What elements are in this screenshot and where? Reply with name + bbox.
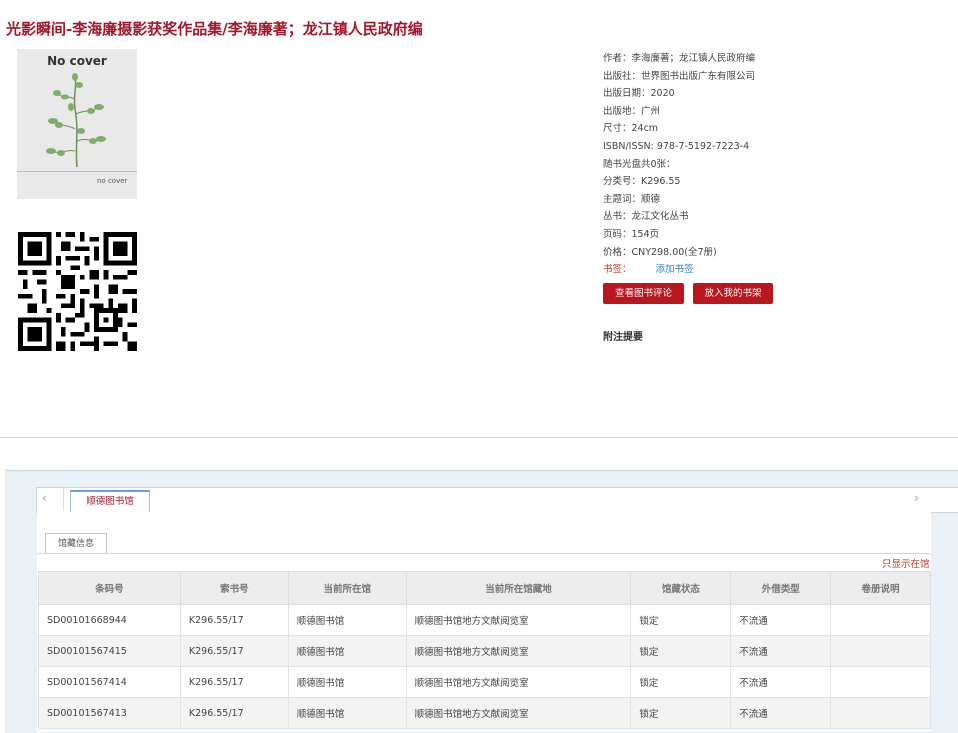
col-location: 当前所在馆藏地 — [405, 571, 632, 605]
cell-loan-type: 不流通 — [730, 666, 832, 698]
cell-library: 顺德图书馆 — [287, 666, 407, 698]
cell-barcode: SD00101567415 — [38, 635, 181, 667]
info-size: 尺寸：24cm — [603, 123, 659, 135]
info-tags: 书签： 添加书签 — [603, 261, 755, 279]
cell-library: 顺德图书馆 — [287, 604, 407, 636]
cell-loan-type: 不流通 — [730, 604, 832, 636]
section-divider — [0, 437, 958, 438]
view-reviews-button[interactable]: 查看图书评论 — [603, 283, 684, 304]
page-title: 光影瞬间-李海廉摄影获奖作品集/李海廉著；龙江镇人民政府编 — [6, 20, 423, 38]
col-volume-note: 卷册说明 — [830, 571, 931, 605]
table-header-row: 条码号 索书号 当前所在馆 当前所在馆藏地 馆藏状态 外借类型 卷册说明 — [38, 571, 931, 605]
tab-holdings-info[interactable]: 馆藏信息 — [45, 533, 107, 554]
cell-location: 顺德图书馆地方文献阅览室 — [405, 635, 632, 667]
cell-call-number: K296.55/17 — [179, 666, 289, 698]
info-price: 价格：CNY298.00(全7册) — [603, 246, 717, 258]
holdings-table: 条码号 索书号 当前所在馆 当前所在馆藏地 馆藏状态 外借类型 卷册说明 SD0… — [38, 571, 931, 729]
info-subject: 主题词：顺德 — [603, 193, 661, 205]
cell-status: 锁定 — [630, 604, 732, 636]
cell-location: 顺德图书馆地方文献阅览室 — [405, 697, 632, 729]
col-library: 当前所在馆 — [287, 571, 407, 605]
subtab-divider — [37, 553, 931, 554]
col-loan-type: 外借类型 — [730, 571, 832, 605]
cell-volume-note — [830, 604, 931, 636]
cell-status: 锁定 — [630, 635, 732, 667]
info-pub-place: 出版地：广州 — [603, 105, 661, 117]
cell-call-number: K296.55/17 — [179, 697, 289, 729]
only-show-available-link[interactable]: 只显示在馆 — [882, 556, 930, 570]
table-row: SD00101567413 K296.55/17 顺德图书馆 顺德图书馆地方文献… — [38, 697, 931, 729]
notes-heading: 附注提要 — [603, 332, 643, 343]
cell-location: 顺德图书馆地方文献阅览室 — [405, 666, 632, 698]
table-row: SD00101567415 K296.55/17 顺德图书馆 顺德图书馆地方文献… — [38, 635, 931, 667]
cell-library: 顺德图书馆 — [287, 635, 407, 667]
cell-library: 顺德图书馆 — [287, 697, 407, 729]
info-author: 作者：李海廉著；龙江镇人民政府编 — [603, 53, 756, 64]
info-publisher: 出版社：世界图书出版广东有限公司 — [603, 70, 756, 82]
cover-subtext: no cover — [97, 177, 128, 185]
qr-code-icon — [18, 232, 137, 351]
cover-text: No cover — [47, 54, 107, 68]
cell-loan-type: 不流通 — [730, 635, 832, 667]
chevron-right-icon[interactable]: › — [914, 491, 919, 505]
cell-barcode: SD00101668944 — [38, 604, 181, 636]
info-class-number: 分类号：K296.55 — [603, 176, 681, 188]
cell-barcode: SD00101567414 — [38, 666, 181, 698]
book-info: 作者：李海廉著；龙江镇人民政府编 出版社：世界图书出版广东有限公司 出版日期：2… — [603, 50, 755, 279]
col-barcode: 条码号 — [38, 571, 181, 605]
tab-library[interactable]: 顺德图书馆 — [70, 490, 150, 513]
info-series: 丛书：龙江文化丛书 — [603, 211, 689, 223]
chevron-left-icon[interactable]: ‹ — [42, 491, 47, 505]
add-to-shelf-button[interactable]: 放入我的书架 — [693, 283, 773, 304]
book-cover: No cover no cover — [17, 49, 137, 199]
cell-status: 锁定 — [630, 666, 732, 698]
info-pub-date: 出版日期：2020 — [603, 88, 675, 100]
cover-divider — [17, 171, 137, 172]
tab-divider — [63, 488, 64, 511]
plant-icon — [46, 73, 106, 168]
info-discs: 随书光盘共0张： — [603, 158, 676, 170]
cell-volume-note — [830, 635, 931, 667]
add-tag-link[interactable]: 添加书签 — [656, 264, 694, 275]
cell-loan-type: 不流通 — [730, 697, 832, 729]
cell-location: 顺德图书馆地方文献阅览室 — [405, 604, 632, 636]
col-call-number: 索书号 — [179, 571, 289, 605]
cell-volume-note — [830, 697, 931, 729]
table-row: SD00101567414 K296.55/17 顺德图书馆 顺德图书馆地方文献… — [38, 666, 931, 698]
cell-volume-note — [830, 666, 931, 698]
table-row: SD00101668944 K296.55/17 顺德图书馆 顺德图书馆地方文献… — [38, 604, 931, 636]
cell-barcode: SD00101567413 — [38, 697, 181, 729]
cell-status: 锁定 — [630, 697, 732, 729]
cell-call-number: K296.55/17 — [179, 604, 289, 636]
cell-call-number: K296.55/17 — [179, 635, 289, 667]
col-status: 馆藏状态 — [630, 571, 732, 605]
tags-label: 书签： — [603, 264, 632, 276]
library-tab-bar — [36, 487, 958, 513]
info-isbn: ISBN/ISSN: 978-7-5192-7223-4 — [603, 140, 750, 152]
info-pages: 页码：154页 — [603, 228, 660, 240]
